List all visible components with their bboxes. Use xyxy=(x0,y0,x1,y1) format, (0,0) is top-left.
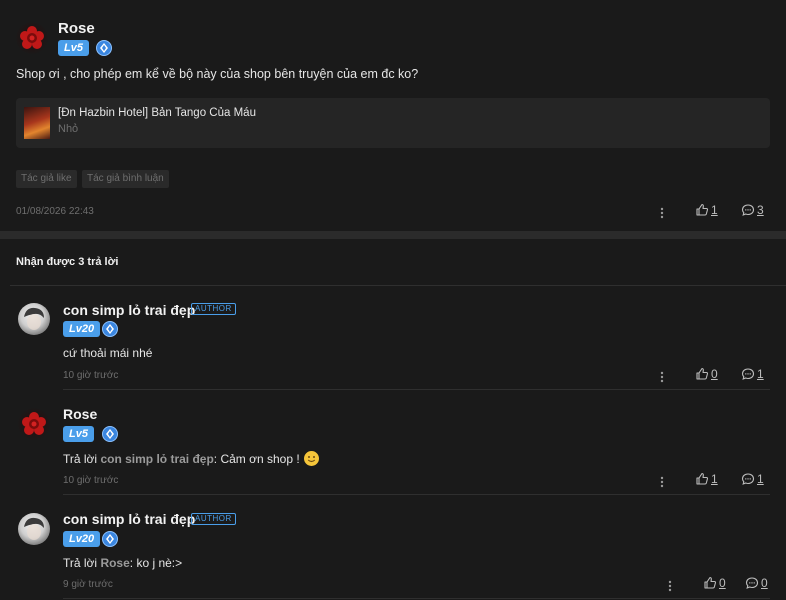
profile-photo-icon xyxy=(24,517,44,540)
post-like-button[interactable]: 1 xyxy=(695,203,718,217)
reply-time: 9 giờ trước xyxy=(63,579,113,590)
tag-author-liked: Tác giả like xyxy=(16,170,77,188)
reply-comment-count: 0 xyxy=(761,576,768,590)
smile-emoji-icon xyxy=(304,451,320,466)
reply-text: Trả lời con simp lỏ trai đẹp: Cảm ơn sho… xyxy=(63,451,320,466)
reply-prefix: Trả lời xyxy=(63,556,98,570)
post-message: Shop ơi , cho phép em kể về bộ này của s… xyxy=(16,67,419,81)
vip-diamond-icon xyxy=(96,40,112,56)
reply-like-count: 1 xyxy=(711,472,718,486)
reply-avatar[interactable] xyxy=(18,303,50,335)
reply-text: Trả lời Rose: ko j nè:> xyxy=(63,556,182,570)
thumbs-up-icon xyxy=(696,472,709,485)
reply-divider xyxy=(63,389,770,390)
replies-header: Nhận được 3 trả lời xyxy=(16,256,119,268)
post-comment-count: 3 xyxy=(757,203,764,217)
reply-message: : ko j nè:> xyxy=(129,556,183,570)
reply-comment-button[interactable]: 0 xyxy=(745,576,768,590)
profile-photo-icon xyxy=(24,307,44,330)
comment-bubble-icon xyxy=(741,473,755,485)
more-vertical-icon[interactable] xyxy=(660,206,664,219)
reply-time: 10 giờ trước xyxy=(63,370,119,381)
post-like-count: 1 xyxy=(711,203,718,217)
reply-avatar[interactable] xyxy=(18,513,50,545)
reply-message: : Cảm ơn shop ! xyxy=(213,452,300,466)
thumbs-up-icon xyxy=(696,203,709,216)
level-badge: Lv20 xyxy=(63,531,101,547)
level-badge: Lv5 xyxy=(58,40,89,56)
rose-flower-icon xyxy=(20,26,44,49)
reply-divider xyxy=(63,598,770,599)
reply-comment-count: 1 xyxy=(757,472,764,486)
reply-comment-count: 1 xyxy=(757,367,764,381)
section-divider xyxy=(0,231,786,239)
book-card[interactable]: [Đn Hazbin Hotel] Bản Tango Của Máu Nhỏ xyxy=(16,98,770,148)
reply-comment-button[interactable]: 1 xyxy=(741,472,764,486)
reply-comment-button[interactable]: 1 xyxy=(741,367,764,381)
vip-diamond-icon xyxy=(102,426,118,442)
reply-like-count: 0 xyxy=(711,367,718,381)
comment-bubble-icon xyxy=(741,204,755,216)
reply-prefix: Trả lời xyxy=(63,452,98,466)
reply-like-button[interactable]: 1 xyxy=(695,472,718,486)
author-badge: AUTHOR xyxy=(191,513,236,525)
rose-flower-icon xyxy=(22,412,46,435)
comment-bubble-icon xyxy=(741,368,755,380)
reply-text: cứ thoải mái nhé xyxy=(63,346,153,360)
more-vertical-icon[interactable] xyxy=(660,475,664,488)
vip-diamond-icon xyxy=(102,531,118,547)
reply-like-count: 0 xyxy=(719,576,726,590)
thumbs-up-icon xyxy=(696,367,709,380)
tag-author-commented: Tác giả bình luận xyxy=(82,170,169,188)
reply-time: 10 giờ trước xyxy=(63,475,119,486)
reply-username[interactable]: con simp lỏ trai đẹp xyxy=(63,302,195,318)
book-cover-image xyxy=(24,107,50,139)
author-badge: AUTHOR xyxy=(191,303,236,315)
post-username[interactable]: Rose xyxy=(58,20,95,37)
book-title: [Đn Hazbin Hotel] Bản Tango Của Máu xyxy=(58,107,256,119)
reply-avatar[interactable] xyxy=(18,408,50,440)
reply-like-button[interactable]: 0 xyxy=(703,576,726,590)
more-vertical-icon[interactable] xyxy=(660,370,664,383)
reply-to-user[interactable]: con simp lỏ trai đẹp xyxy=(100,452,213,466)
post-timestamp: 01/08/2026 22:43 xyxy=(16,206,94,217)
vip-diamond-icon xyxy=(102,321,118,337)
header-divider xyxy=(10,285,786,286)
more-vertical-icon[interactable] xyxy=(668,579,672,592)
thumbs-up-icon xyxy=(704,576,717,589)
reply-divider xyxy=(63,494,770,495)
comment-bubble-icon xyxy=(745,577,759,589)
level-badge: Lv5 xyxy=(63,426,94,442)
book-subtitle: Nhỏ xyxy=(58,123,79,135)
reply-username[interactable]: Rose xyxy=(63,406,97,422)
level-badge: Lv20 xyxy=(63,321,101,337)
reply-to-user[interactable]: Rose xyxy=(100,556,129,570)
post-comment-button[interactable]: 3 xyxy=(741,203,764,217)
post-avatar[interactable] xyxy=(16,22,48,54)
reply-username[interactable]: con simp lỏ trai đẹp xyxy=(63,511,195,527)
reply-like-button[interactable]: 0 xyxy=(695,367,718,381)
